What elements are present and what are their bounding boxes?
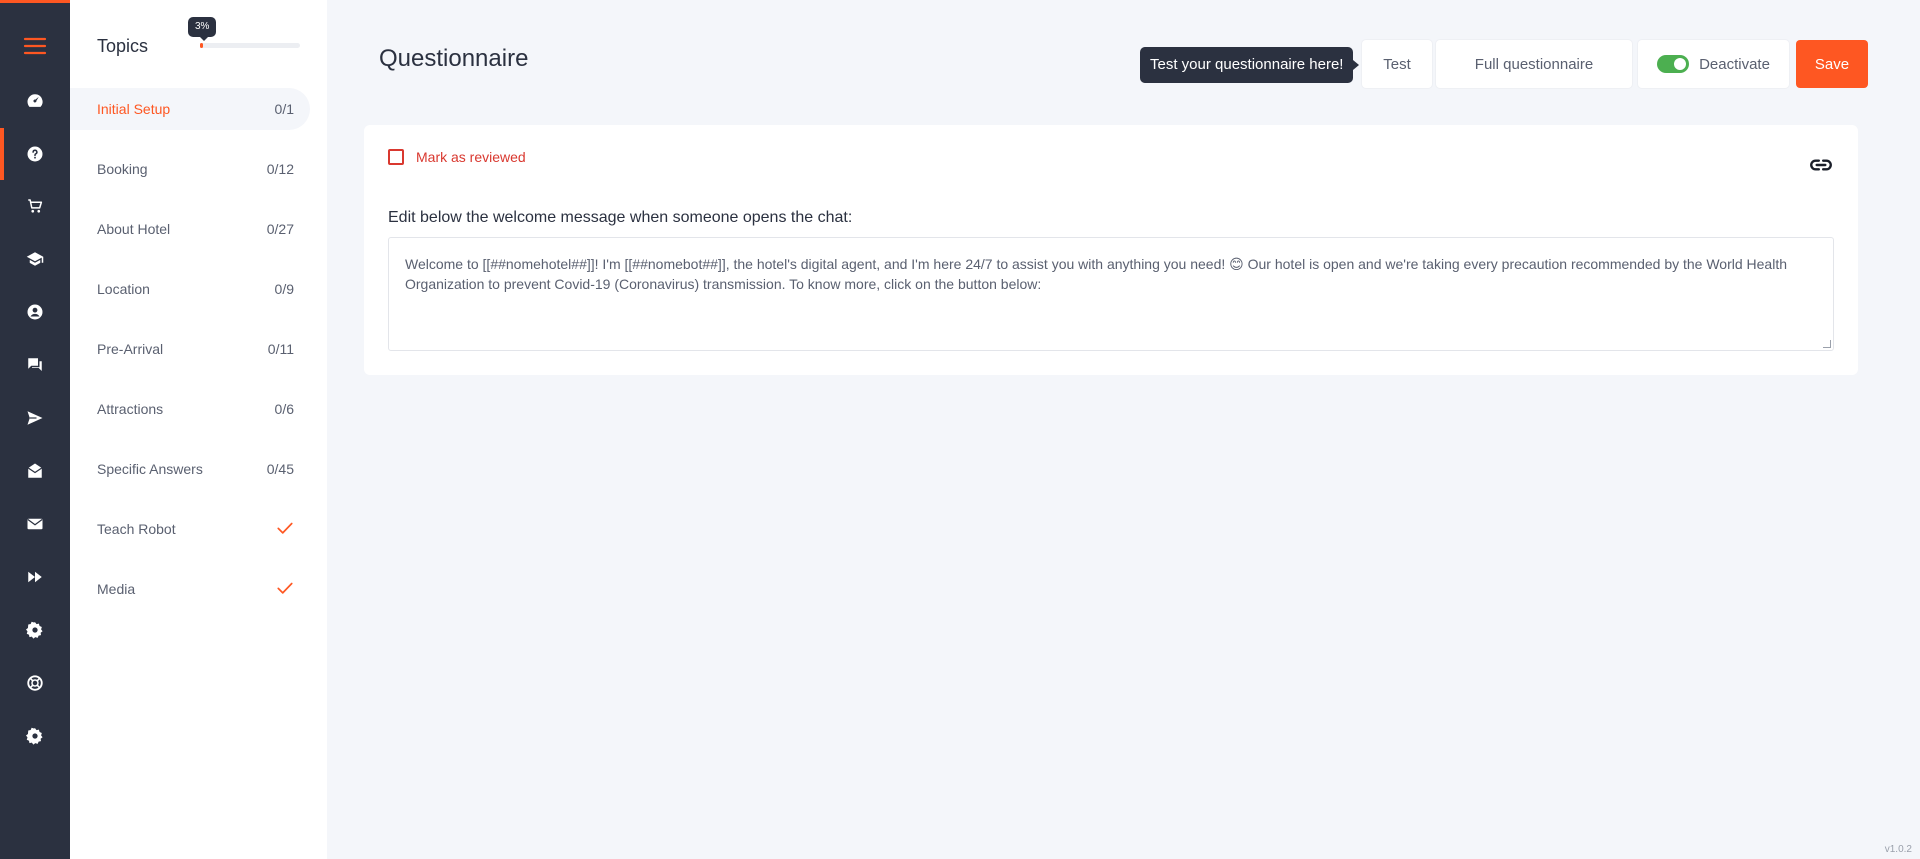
save-button[interactable]: Save (1796, 40, 1868, 88)
reviewed-checkbox[interactable] (388, 149, 404, 165)
full-questionnaire-button[interactable]: Full questionnaire (1436, 40, 1632, 88)
progress-fill (200, 43, 203, 48)
topic-label: Media (97, 581, 136, 597)
user-icon (27, 304, 43, 320)
rail-accent (0, 0, 70, 3)
icon-rail (0, 0, 70, 859)
nav-admin-settings[interactable] (0, 710, 70, 762)
deactivate-label: Deactivate (1699, 55, 1770, 73)
topic-item[interactable]: Teach Robot (70, 508, 310, 550)
topic-item[interactable]: About Hotel 0/27 (70, 208, 310, 250)
topic-label: Specific Answers (97, 461, 203, 477)
topic-count: 0/45 (266, 461, 294, 477)
topic-count: 0/1 (274, 101, 294, 117)
fast-forward-icon (28, 571, 42, 583)
welcome-message-label: Edit below the welcome message when some… (388, 209, 853, 226)
page-title: Questionnaire (379, 45, 529, 72)
topic-count: 0/6 (274, 401, 294, 417)
topic-item[interactable]: Pre-Arrival 0/11 (70, 328, 310, 370)
reviewed-label: Mark as reviewed (416, 149, 526, 165)
nav-settings[interactable] (0, 604, 70, 656)
topic-item[interactable]: Location 0/9 (70, 268, 310, 310)
test-tooltip: Test your questionnaire here! (1140, 47, 1360, 83)
mark-reviewed[interactable]: Mark as reviewed (388, 149, 526, 165)
topic-item[interactable]: Initial Setup 0/1 (70, 88, 310, 130)
nav-training[interactable] (0, 233, 70, 285)
chat-icon (28, 358, 42, 371)
nav-questionnaire[interactable] (0, 128, 70, 180)
send-icon (27, 411, 43, 425)
nav-profile[interactable] (0, 286, 70, 338)
nav-shop[interactable] (0, 180, 70, 232)
resize-handle[interactable] (1823, 340, 1831, 348)
link-icon (1810, 159, 1832, 171)
topics-progress-bar (200, 43, 300, 48)
welcome-message-card: Mark as reviewed Edit below the welcome … (364, 125, 1858, 375)
topic-label: Pre-Arrival (97, 341, 164, 357)
topic-label: Teach Robot (97, 521, 176, 537)
check-icon (276, 579, 294, 600)
topic-count: 0/27 (266, 221, 294, 237)
active-toggle[interactable] (1657, 55, 1690, 73)
cart-icon (28, 199, 43, 213)
nav-automation[interactable] (0, 551, 70, 603)
copy-link-button[interactable] (1808, 152, 1834, 178)
welcome-message-text: Welcome to [[##nomehotel##]]! I'm [[##no… (405, 256, 1788, 292)
topic-item[interactable]: Media (70, 568, 310, 610)
graduation-icon (26, 252, 44, 266)
topic-count: 0/12 (266, 161, 294, 177)
nav-support[interactable] (0, 657, 70, 709)
nav-dashboard[interactable] (0, 75, 70, 127)
topic-count: 0/11 (267, 341, 294, 357)
mail-icon (27, 518, 43, 530)
nav-mail[interactable] (0, 498, 70, 550)
dashboard-icon (27, 94, 43, 107)
topics-title: Topics (97, 36, 149, 56)
topic-item[interactable]: Booking 0/12 (70, 148, 310, 190)
test-button[interactable]: Test (1362, 40, 1432, 88)
nav-chat[interactable] (0, 339, 70, 391)
nav-inbox[interactable] (0, 445, 70, 497)
topics-panel: Topics 3% Initial Setup 0/1 Booking 0/12 Abo… (70, 0, 327, 859)
admin-settings-icon (26, 727, 43, 745)
inbox-icon (27, 463, 43, 478)
progress-tooltip: 3% (188, 17, 217, 41)
topic-label: Location (97, 281, 150, 297)
welcome-message-textarea[interactable]: Welcome to [[##nomehotel##]]! I'm [[##no… (388, 237, 1834, 351)
topic-item[interactable]: Specific Answers 0/45 (70, 448, 310, 490)
questionnaire-icon (27, 146, 43, 162)
app-version: v1.0.2 (1884, 844, 1912, 855)
topic-label: Attractions (97, 401, 164, 417)
topic-label: Initial Setup (97, 101, 171, 117)
support-icon (27, 675, 43, 691)
menu-icon (23, 37, 47, 55)
nav-send[interactable] (0, 392, 70, 444)
topic-count: 0/9 (274, 281, 294, 297)
topic-item[interactable]: Attractions 0/6 (70, 388, 310, 430)
check-icon (276, 519, 294, 540)
settings-icon (26, 621, 43, 639)
menu-button[interactable] (0, 20, 70, 72)
deactivate-button[interactable]: Deactivate (1638, 40, 1789, 88)
topic-label: Booking (97, 161, 148, 177)
topic-label: About Hotel (97, 221, 171, 237)
